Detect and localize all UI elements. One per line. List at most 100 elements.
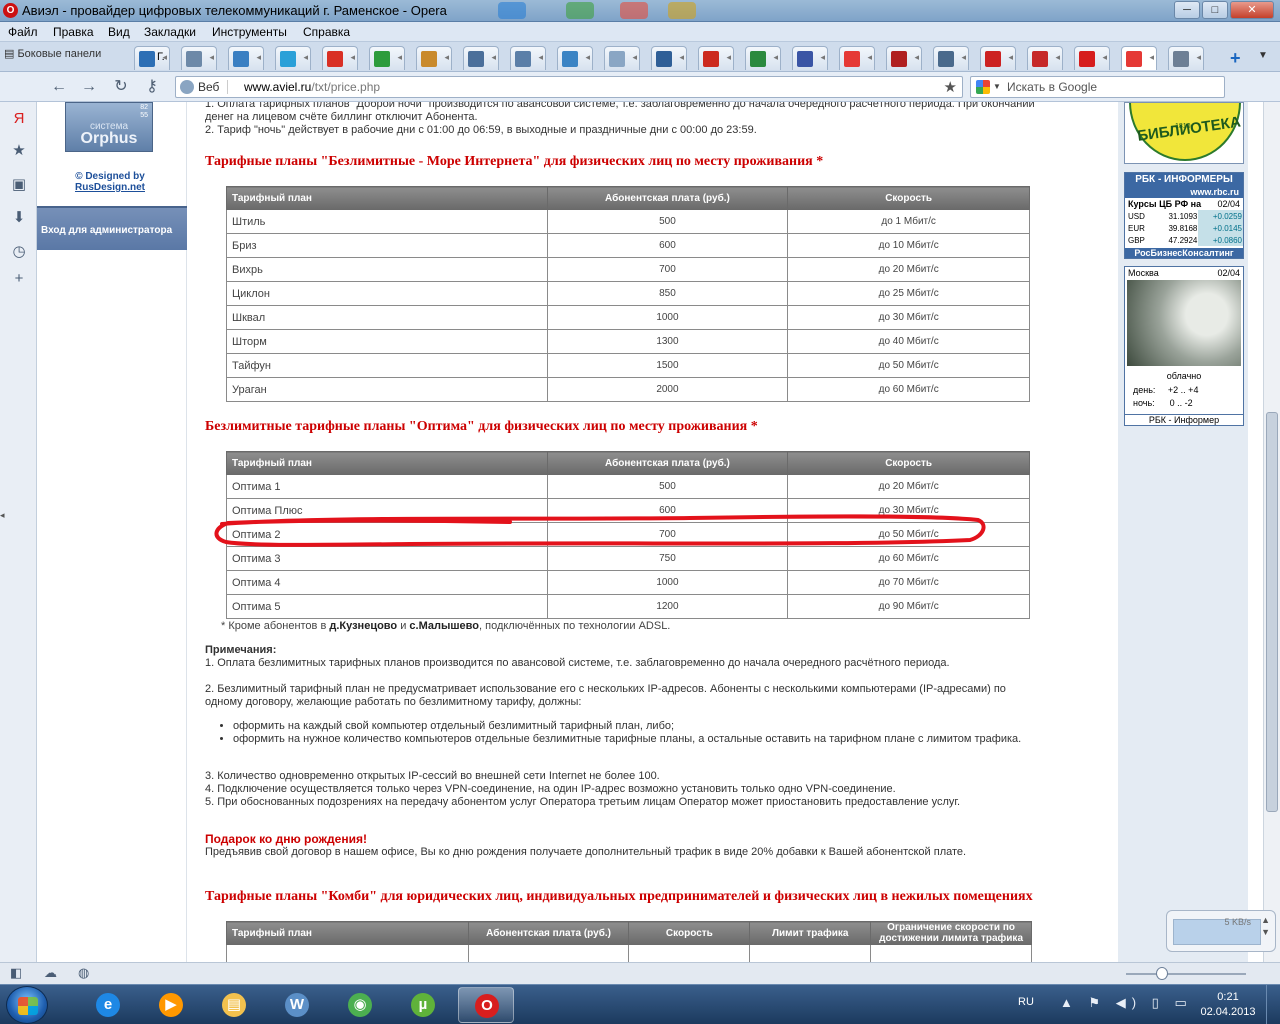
add-tab-button[interactable]: + (1230, 48, 1241, 69)
taskbar-app-utorrent[interactable]: µ (395, 987, 451, 1023)
browser-tab[interactable]: ◂ (933, 46, 969, 70)
browser-tab[interactable]: ◂ (651, 46, 687, 70)
tab-close-icon[interactable]: ◂ (162, 52, 167, 63)
browser-tab[interactable]: ◂ (745, 46, 781, 70)
tab-close-icon[interactable]: ◂ (914, 52, 919, 63)
menu-edit[interactable]: Правка (53, 25, 94, 39)
tab-close-icon[interactable]: ◂ (209, 52, 214, 63)
tab-close-icon[interactable]: ◂ (1149, 52, 1154, 63)
add-panel-icon[interactable]: + (10, 270, 28, 288)
menu-view[interactable]: Вид (108, 25, 130, 39)
browser-tab[interactable]: ◂ (792, 46, 828, 70)
bookmark-star-icon[interactable]: ★ (944, 78, 957, 96)
tab-close-icon[interactable]: ◂ (491, 52, 496, 63)
turbo-icon[interactable]: ◍ (78, 965, 89, 981)
taskbar-app-media-player[interactable]: ▶ (143, 987, 199, 1023)
tab-close-icon[interactable]: ◂ (1196, 52, 1201, 63)
taskbar-app-unknown-app[interactable]: W (269, 987, 325, 1023)
tab-close-icon[interactable]: ◂ (867, 52, 872, 63)
tab-close-icon[interactable]: ◂ (726, 52, 731, 63)
reload-button[interactable]: ↻ (110, 77, 132, 97)
search-box[interactable]: ▼ (970, 76, 1225, 98)
tabs-menu-button[interactable]: ▼ (1258, 50, 1268, 61)
notes-icon[interactable]: ▣ (10, 176, 28, 194)
tab-close-icon[interactable]: ◂ (773, 52, 778, 63)
browser-tab[interactable]: ◂ (275, 46, 311, 70)
google-icon[interactable] (976, 80, 990, 94)
show-desktop-button[interactable] (1266, 985, 1280, 1024)
menu-help[interactable]: Справка (303, 25, 350, 39)
taskbar-app-internet-explorer[interactable]: e (80, 987, 136, 1023)
browser-tab[interactable]: ◂ (1027, 46, 1063, 70)
taskbar-app-chrome[interactable]: ◉ (332, 987, 388, 1023)
browser-tab[interactable]: ◂ (1168, 46, 1204, 70)
tab-close-icon[interactable]: ◂ (820, 52, 825, 63)
opera-unite-icon[interactable]: ☁ (44, 965, 57, 981)
clock[interactable]: 0:21 02.04.2013 (1196, 990, 1260, 1020)
weather-informer[interactable]: 02/04 Москва облачно день: +2 .. +4 ночь:… (1124, 266, 1244, 426)
tab-close-icon[interactable]: ◂ (1008, 52, 1013, 63)
browser-tab[interactable]: ◂ (181, 46, 217, 70)
side-panels-toggle[interactable]: ▤ Боковые панели (4, 47, 101, 60)
tab-close-icon[interactable]: ◂ (256, 52, 261, 63)
zoom-slider[interactable] (1126, 973, 1246, 975)
traffic-meter-widget[interactable]: 5 KB/s ▲ ▼ (1166, 910, 1276, 952)
back-button[interactable]: ← (48, 77, 70, 97)
browser-tab[interactable]: ◂ (839, 46, 875, 70)
start-button[interactable] (6, 986, 48, 1024)
browser-tab[interactable]: Г. ◂ (134, 46, 170, 70)
downloads-icon[interactable]: ⬇ (10, 209, 28, 227)
browser-tab[interactable]: ◂ (416, 46, 452, 70)
browser-tab[interactable]: ◂ (604, 46, 640, 70)
language-indicator[interactable]: RU (1018, 996, 1034, 1008)
bookmarks-star-icon[interactable]: ★ (10, 142, 28, 160)
tab-close-icon[interactable]: ◂ (585, 52, 590, 63)
browser-tab[interactable]: ◂ (886, 46, 922, 70)
tab-close-icon[interactable]: ◂ (961, 52, 966, 63)
tab-close-icon[interactable]: ◂ (350, 52, 355, 63)
designer-link[interactable]: RusDesign.net (37, 182, 183, 193)
tab-close-icon[interactable]: ◂ (397, 52, 402, 63)
rbc-currency-informer[interactable]: РБК - ИНФОРМЕРЫ www.rbc.ru 02/04 Курсы ЦБ… (1124, 172, 1244, 259)
url-text[interactable]: www.aviel.ru/txt/price.php (244, 80, 380, 94)
tab-close-icon[interactable]: ◂ (1055, 52, 1060, 63)
browser-tab[interactable]: ◂ (980, 46, 1016, 70)
tab-close-icon[interactable]: ◂ (679, 52, 684, 63)
tray-icons[interactable]: ▲ ⚑ ◀) ▯ ▭ (1060, 995, 1193, 1011)
browser-tab[interactable]: ◂ (322, 46, 358, 70)
browser-tab[interactable]: ◂ (1074, 46, 1110, 70)
tab-close-icon[interactable]: ◂ (303, 52, 308, 63)
menu-bookmarks[interactable]: Закладки (144, 25, 196, 39)
close-button[interactable]: ✕ (1230, 1, 1274, 19)
admin-login-link[interactable]: Вход для администратора (37, 206, 187, 250)
search-input[interactable] (1007, 79, 1219, 95)
tab-close-icon[interactable]: ◂ (538, 52, 543, 63)
key-icon[interactable]: ⚷ (141, 77, 163, 97)
menu-tools[interactable]: Инструменты (212, 25, 287, 39)
panel-resize-handle-icon[interactable]: ◂ (0, 510, 5, 521)
browser-tab[interactable]: ◂ (463, 46, 499, 70)
scrollbar-thumb[interactable] (1266, 412, 1278, 812)
zoom-slider-knob[interactable] (1156, 967, 1168, 980)
forward-button[interactable]: → (78, 77, 100, 97)
browser-tab[interactable]: ◂ (228, 46, 264, 70)
browser-tab[interactable]: ◂ (698, 46, 734, 70)
tab-close-icon[interactable]: ◂ (632, 52, 637, 63)
traffic-arrows-icon[interactable]: ▲ ▼ (1261, 914, 1270, 938)
page-scrollbar[interactable] (1263, 102, 1280, 962)
browser-tab[interactable]: ◂ (510, 46, 546, 70)
address-field[interactable]: Веб www.aviel.ru/txt/price.php ★ (175, 76, 963, 98)
yandex-icon[interactable]: Я (10, 110, 28, 128)
tab-close-icon[interactable]: ◂ (1102, 52, 1107, 63)
search-engine-dropdown-icon[interactable]: ▼ (993, 82, 1001, 91)
menu-file[interactable]: Файл (8, 25, 38, 39)
minimize-button[interactable]: ─ (1174, 1, 1200, 19)
browser-tab[interactable]: ◂ (1121, 46, 1157, 70)
browser-tab[interactable]: ◂ (369, 46, 405, 70)
tab-close-icon[interactable]: ◂ (444, 52, 449, 63)
panel-toggle-icon[interactable]: ◧ (10, 965, 22, 981)
library-logo[interactable]: 1810 БИБЛИОТЕКА (1124, 102, 1244, 164)
taskbar-app-opera[interactable]: O (458, 987, 514, 1023)
orphus-badge[interactable]: 82 55 система Orphus (65, 102, 153, 152)
browser-tab[interactable]: ◂ (557, 46, 593, 70)
